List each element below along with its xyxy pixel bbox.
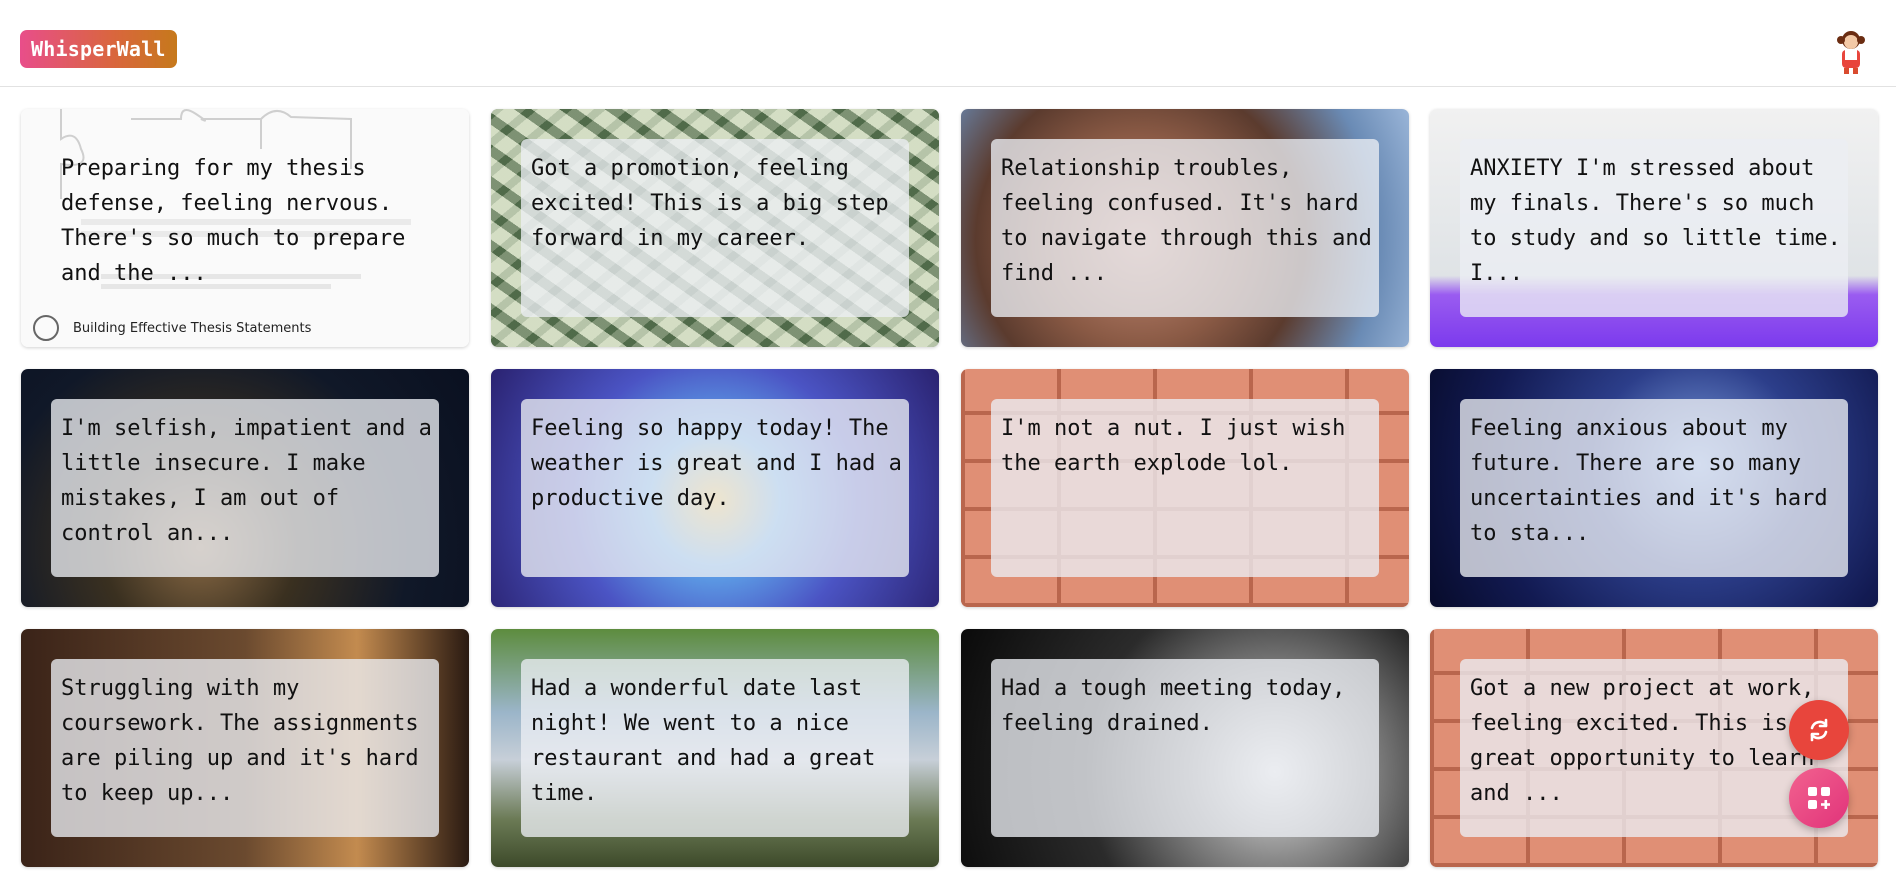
whisper-card[interactable]: Feeling so happy today! The weather is g… xyxy=(491,369,939,607)
whisper-text: Had a tough meeting today, feeling drain… xyxy=(1001,676,1346,736)
top-bar: WhisperWall xyxy=(0,0,1896,87)
whisper-card[interactable]: Feeling anxious about my future. There a… xyxy=(1430,369,1878,607)
brand-logo[interactable]: WhisperWall xyxy=(20,30,177,68)
whisper-text: Got a promotion, feeling excited! This i… xyxy=(531,156,889,251)
whisper-card[interactable]: Struggling with my coursework. The assig… xyxy=(21,629,469,867)
whisper-card[interactable]: I'm selfish, impatient and a little inse… xyxy=(21,369,469,607)
whisper-card[interactable]: Relationship troubles, feeling confused.… xyxy=(961,109,1409,347)
whisper-text: I'm selfish, impatient and a little inse… xyxy=(61,416,432,546)
whisper-text: Had a wonderful date last night! We went… xyxy=(531,676,876,806)
whisper-card[interactable]: Had a wonderful date last night! We went… xyxy=(491,629,939,867)
whisper-text: Preparing for my thesis defense, feeling… xyxy=(61,156,406,286)
site-logo-icon xyxy=(33,315,59,341)
whisper-text: I'm not a nut. I just wish the earth exp… xyxy=(1001,416,1346,476)
image-caption: Building Effective Thesis Statements xyxy=(73,321,312,336)
whisper-card[interactable]: Building Effective Thesis Statements Pre… xyxy=(21,109,469,347)
whisper-card[interactable]: Got a promotion, feeling excited! This i… xyxy=(491,109,939,347)
user-avatar-icon[interactable] xyxy=(1831,28,1871,74)
add-whisper-button[interactable] xyxy=(1789,768,1849,828)
whisper-card[interactable]: ANXIETY I'm stressed about my finals. Th… xyxy=(1430,109,1878,347)
whisper-text: Feeling so happy today! The weather is g… xyxy=(531,416,902,511)
refresh-button[interactable] xyxy=(1789,700,1849,760)
whisper-text: Relationship troubles, feeling confused.… xyxy=(1001,156,1372,286)
whisper-text: ANXIETY I'm stressed about my finals. Th… xyxy=(1470,156,1841,286)
whisper-card[interactable]: I'm not a nut. I just wish the earth exp… xyxy=(961,369,1409,607)
add-grid-icon xyxy=(1808,787,1830,809)
refresh-icon xyxy=(1810,718,1828,742)
whisper-text: Struggling with my coursework. The assig… xyxy=(61,676,419,806)
whisper-text: Feeling anxious about my future. There a… xyxy=(1470,416,1828,546)
whisper-card[interactable]: Had a tough meeting today, feeling drain… xyxy=(961,629,1409,867)
